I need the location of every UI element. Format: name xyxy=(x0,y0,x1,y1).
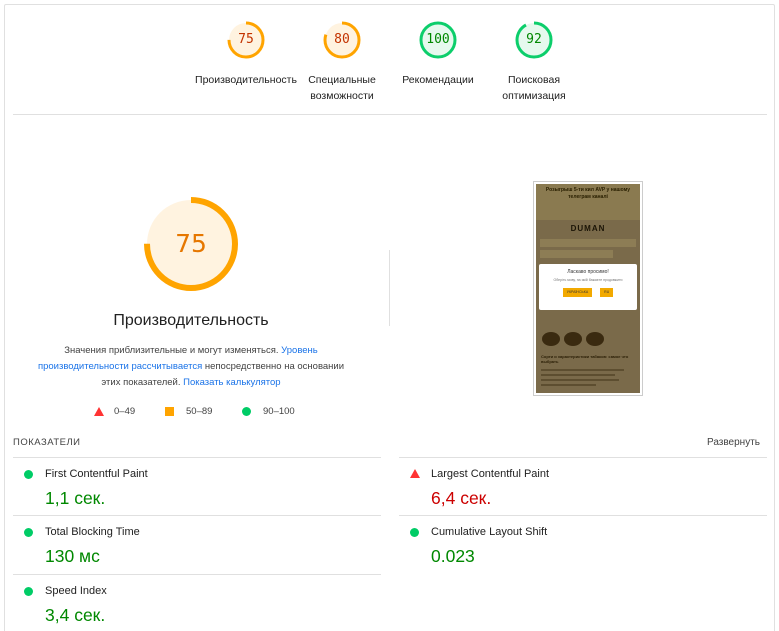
metric-lcp: Largest Contentful Paint 6,4 сек. xyxy=(399,457,767,515)
gauge-score: 92 xyxy=(526,32,542,47)
pass-circle-icon xyxy=(24,587,33,596)
lang-ru-button: RU xyxy=(600,288,614,297)
screenshot-banner: Розыгрыш 5-ти кил AVP у нашому телеграм … xyxy=(536,184,640,220)
screenshot-logo: DUMAN xyxy=(570,224,606,233)
fail-triangle-icon xyxy=(410,469,420,478)
metric-tbt: Total Blocking Time 130 мс xyxy=(13,515,381,573)
gauge-ring: 92 xyxy=(514,20,554,60)
gauge-seo[interactable]: 92 Поисковая оптимизация xyxy=(479,20,589,104)
metric-fcp: First Contentful Paint 1,1 сек. xyxy=(13,457,381,515)
screenshot-search-bar xyxy=(540,239,636,247)
pass-circle-icon xyxy=(410,528,419,537)
gauge-best-practices[interactable]: 100 Рекомендации xyxy=(383,20,493,88)
screenshot-image: Розыгрыш 5-ти кил AVP у нашому телеграм … xyxy=(536,184,640,393)
performance-title: Производительность xyxy=(113,312,269,329)
modal-subtitle: Оберіть мову, на якій бажаєте продовжити xyxy=(553,278,623,282)
gauge-ring: 100 xyxy=(418,20,458,60)
gauge-label: Производительность xyxy=(195,74,297,86)
screenshot-text-lines xyxy=(541,369,633,389)
desc-text: Значения приблизительные и могут изменят… xyxy=(64,345,279,356)
screenshot-breadcrumb xyxy=(540,250,613,258)
metric-si: Speed Index 3,4 сек. xyxy=(13,574,381,631)
gauge-score: 100 xyxy=(426,32,450,47)
modal-buttons: УКРАЇНСЬКА RU xyxy=(539,288,637,297)
gauge-ring: 75 xyxy=(226,20,266,60)
show-calculator-link[interactable]: Показать калькулятор xyxy=(183,377,280,388)
gauge-score: 80 xyxy=(334,32,350,47)
metric-name: Largest Contentful Paint xyxy=(431,468,550,480)
metrics-header: ПОКАЗАТЕЛИ xyxy=(13,437,81,448)
gauge-accessibility[interactable]: 80 Специальные возможности xyxy=(287,20,397,104)
circle-icon xyxy=(242,407,251,416)
vertical-divider xyxy=(389,250,390,326)
metric-name: Total Blocking Time xyxy=(45,526,140,538)
expand-toggle[interactable]: Развернуть xyxy=(707,437,760,448)
gauge-label: Рекомендации xyxy=(402,74,474,86)
screenshot-heading: Сорти и характеристики табаков: самое чт… xyxy=(541,354,629,364)
performance-gauge: 75 xyxy=(142,195,240,293)
metric-value: 0.023 xyxy=(431,546,475,566)
legend-average: 50–89 xyxy=(165,406,212,417)
lang-ua-button: УКРАЇНСЬКА xyxy=(562,288,593,297)
gauge-performance[interactable]: 75 Производительность xyxy=(191,20,301,88)
legend-label: 0–49 xyxy=(114,406,136,417)
legend-label: 50–89 xyxy=(186,406,213,417)
gauge-label: Специальные возможности xyxy=(308,74,376,102)
performance-score: 75 xyxy=(175,229,207,258)
category-gauges: 75 Производительность 80 Специальные возм… xyxy=(0,20,779,110)
metric-value: 3,4 сек. xyxy=(45,605,106,625)
square-icon xyxy=(165,407,174,416)
gauge-score: 75 xyxy=(238,32,254,47)
legend-label: 90–100 xyxy=(263,406,295,417)
gauge-label: Поисковая оптимизация xyxy=(502,74,566,102)
metric-name: First Contentful Paint xyxy=(45,468,148,480)
performance-description: Значения приблизительные и могут изменят… xyxy=(28,343,354,391)
pass-circle-icon xyxy=(24,470,33,479)
pass-circle-icon xyxy=(24,528,33,537)
legend-fail: 0–49 xyxy=(94,406,135,417)
gauge-ring: 80 xyxy=(322,20,362,60)
modal-title: Ласкаво просимо! xyxy=(567,269,609,275)
metric-name: Cumulative Layout Shift xyxy=(431,526,548,538)
screenshot-product-images xyxy=(542,332,604,346)
metric-cls: Cumulative Layout Shift 0.023 xyxy=(399,515,767,573)
metric-value: 6,4 сек. xyxy=(431,488,492,508)
triangle-icon xyxy=(94,407,104,416)
legend-pass: 90–100 xyxy=(242,406,295,417)
final-screenshot: Розыгрыш 5-ти кил AVP у нашому телеграм … xyxy=(533,181,643,396)
screenshot-language-modal: Ласкаво просимо! Оберіть мову, на якій б… xyxy=(539,264,637,310)
metric-name: Speed Index xyxy=(45,585,107,597)
divider xyxy=(13,114,767,115)
metric-value: 1,1 сек. xyxy=(45,488,106,508)
metric-value: 130 мс xyxy=(45,546,100,566)
